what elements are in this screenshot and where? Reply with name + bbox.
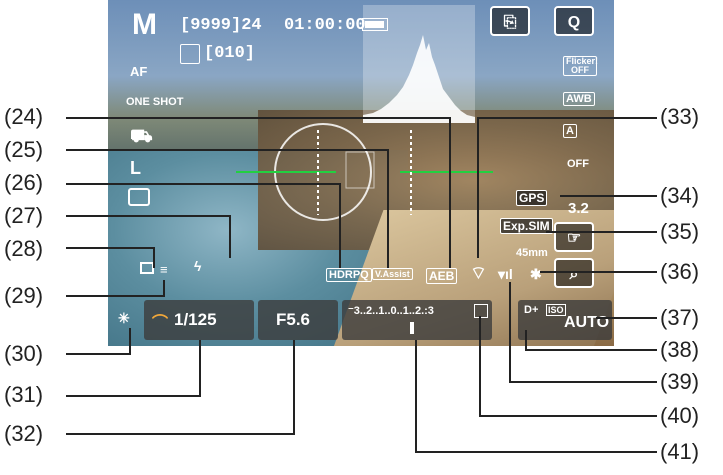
callout-37: (37) <box>660 305 700 330</box>
picture-style: A <box>563 124 577 138</box>
callout-41: (41) <box>660 439 700 464</box>
shutter-arc-icon: ⌒ <box>152 315 169 332</box>
exposure-comp-value: 3.2 <box>568 200 589 217</box>
callout-38: (38) <box>660 337 700 362</box>
af-operation: ONE SHOT <box>126 96 184 108</box>
callout-33: (33) <box>660 104 700 129</box>
af-method: AF <box>130 64 148 79</box>
gps-indicator: GPS <box>516 190 548 206</box>
quick-control-button[interactable]: Q <box>554 6 594 36</box>
view-assist: V.Assist <box>372 268 413 280</box>
aeb-indicator: AEB <box>426 268 458 284</box>
touch-shutter-button[interactable]: ☞ <box>554 222 594 252</box>
battery-icon <box>362 18 388 31</box>
callout-28: (28) <box>4 236 44 261</box>
d-plus: D+ <box>524 304 539 316</box>
exposure-simulation: Exp.SIM <box>500 218 553 234</box>
aperture-box[interactable]: F5.6 <box>258 300 338 340</box>
signal-strength-icon: ▾ıl <box>498 266 513 282</box>
anti-flicker-icon: ≡ <box>160 262 168 277</box>
focus-bracket-count: [010] <box>204 44 256 63</box>
shutter-speed-box[interactable]: ⌒ 1/125 <box>144 300 254 340</box>
callout-35: (35) <box>660 219 700 244</box>
shooting-mode: M <box>132 8 157 41</box>
callout-25: (25) <box>4 137 44 162</box>
callout-27: (27) <box>4 203 44 228</box>
exposure-level-box: ⁻3..2..1..0..1..2.:3 <box>342 300 492 340</box>
bluetooth-icon: ✱ <box>530 266 542 282</box>
metering-icon <box>128 188 150 206</box>
exposure-marker <box>410 322 414 334</box>
callout-34: (34) <box>660 183 700 208</box>
drive-mode-icon: ⛟ <box>130 126 153 146</box>
callout-31: (31) <box>4 382 44 407</box>
playback-button[interactable]: ⎘ <box>490 6 530 36</box>
callout-26: (26) <box>4 170 44 195</box>
wifi-icon: ⌔ <box>470 263 487 283</box>
ae-lock-icon: ✳ <box>118 310 130 326</box>
exposure-scale: ⁻3..2..1..0..1..2.:3 <box>348 305 434 317</box>
magnify-button[interactable]: ⌕ <box>554 258 594 288</box>
image-quality: L <box>130 158 141 178</box>
callout-30: (30) <box>4 341 44 366</box>
callout-39: (39) <box>660 369 700 394</box>
flash-icon: ϟ <box>194 258 202 274</box>
lens-correction: OFF <box>567 158 589 170</box>
aperture: F5.6 <box>276 310 311 329</box>
flicker-indicator: Flicker! OFF <box>563 56 598 76</box>
iso-label: ISO <box>546 304 566 316</box>
shutter-speed: 1/125 <box>174 310 217 329</box>
white-balance: AWB <box>563 92 595 106</box>
iso-box[interactable]: D+ ISO AUTO <box>518 300 612 340</box>
drive-single-icon <box>140 262 154 274</box>
iso-value: AUTO <box>564 314 610 331</box>
callout-32: (32) <box>4 421 44 446</box>
hdr-pq: HDRPQ <box>326 268 372 282</box>
callout-24: (24) <box>4 104 44 129</box>
movie-time: 01:00:00 <box>284 16 366 35</box>
callout-40: (40) <box>660 403 700 428</box>
callout-36: (36) <box>660 259 700 284</box>
focal-length: 45mm <box>516 247 548 259</box>
callout-29: (29) <box>4 283 44 308</box>
camera-lcd-screen: M [9999]24 01:00:00 [010] AF ONE SHOT ⛟ … <box>108 0 614 346</box>
focus-bracketing-icon <box>180 44 200 64</box>
shots-remaining: [9999]24 <box>180 16 262 35</box>
exposure-comp-icon <box>474 304 488 318</box>
